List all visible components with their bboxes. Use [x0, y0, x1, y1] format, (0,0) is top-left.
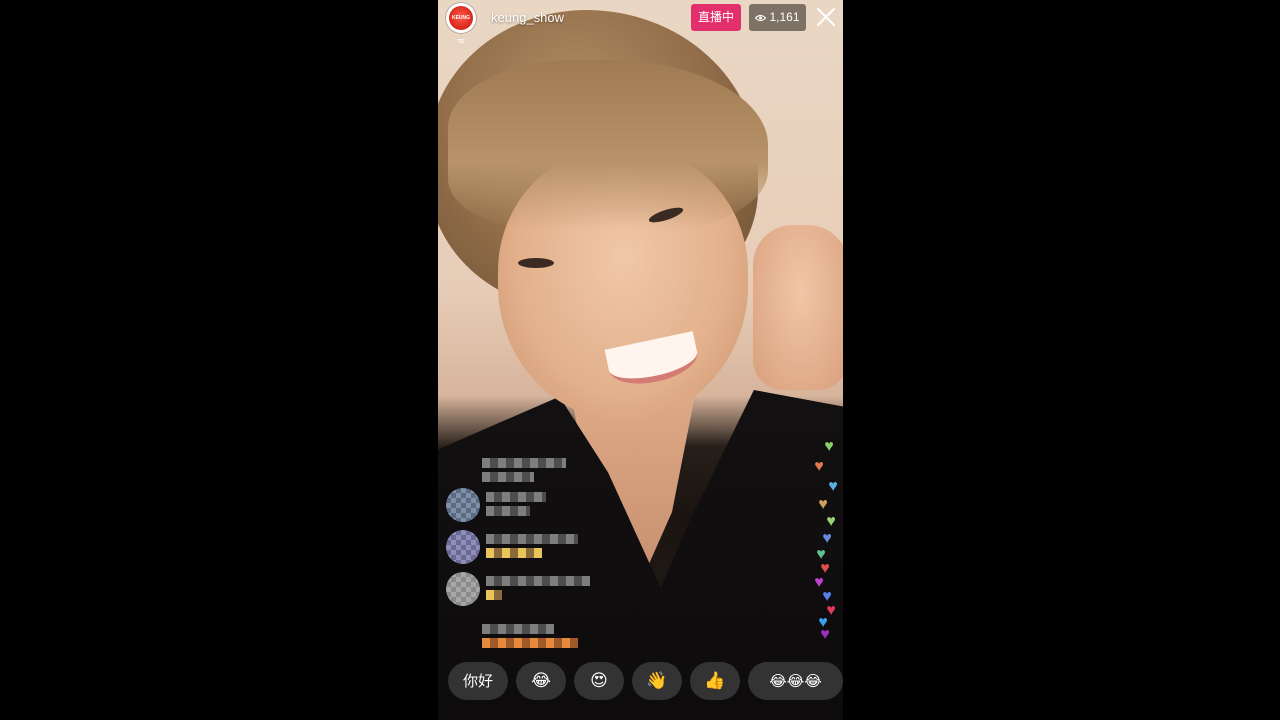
comment-item — [446, 530, 578, 564]
commenter-avatar[interactable] — [446, 572, 480, 606]
heart-icon: ♥ — [814, 458, 824, 475]
comment-item — [446, 572, 590, 606]
viewer-count-badge[interactable]: 1,161 — [749, 4, 806, 31]
live-video-frame[interactable]: KEUNG TO keung_show 直播中 1,161 ♥ ♥ ♥ ♥ ♥ … — [438, 0, 843, 720]
heart-icon: ♥ — [822, 530, 832, 547]
floating-hearts: ♥ ♥ ♥ ♥ ♥ ♥ ♥ ♥ ♥ ♥ ♥ ♥ ♥ — [803, 420, 843, 650]
reaction-chip-triple-laughing[interactable]: 😂😂😂 — [748, 662, 843, 700]
profile-avatar[interactable]: KEUNG TO — [446, 3, 476, 45]
live-header: KEUNG TO keung_show 直播中 1,161 — [438, 0, 843, 45]
comment-item — [446, 488, 546, 522]
reaction-chip-hello[interactable]: 你好 — [448, 662, 508, 700]
comment-item — [482, 454, 566, 482]
heart-icon: ♥ — [826, 513, 836, 530]
streamer-fringe — [448, 60, 768, 230]
live-badge: 直播中 — [691, 4, 741, 31]
heart-icon: ♥ — [828, 478, 838, 495]
streamer-left-eye — [518, 258, 554, 268]
commenter-avatar[interactable] — [446, 530, 480, 564]
reaction-chip-laughing[interactable]: 😂 — [516, 662, 566, 700]
comments-feed — [438, 450, 638, 660]
reaction-chip-wave[interactable]: 👋 — [632, 662, 682, 700]
eye-icon — [755, 14, 767, 21]
quick-reactions-bar: 你好 😂 😍 👋 👍 😂😂😂 — [448, 662, 843, 702]
streamer-hand — [753, 225, 843, 390]
heart-icon: ♥ — [818, 496, 828, 513]
close-icon[interactable] — [816, 7, 836, 27]
username[interactable]: keung_show — [491, 10, 564, 25]
viewer-count: 1,161 — [769, 10, 800, 24]
comment-item — [482, 620, 578, 648]
reaction-chip-thumbs-up[interactable]: 👍 — [690, 662, 740, 700]
commenter-avatar[interactable] — [446, 488, 480, 522]
reaction-chip-heart-eyes[interactable]: 😍 — [574, 662, 624, 700]
video-stage: KEUNG TO keung_show 直播中 1,161 ♥ ♥ ♥ ♥ ♥ … — [0, 0, 1280, 720]
heart-icon: ♥ — [820, 626, 830, 643]
avatar-logo: KEUNG TO — [449, 6, 473, 45]
heart-icon: ♥ — [824, 438, 834, 455]
